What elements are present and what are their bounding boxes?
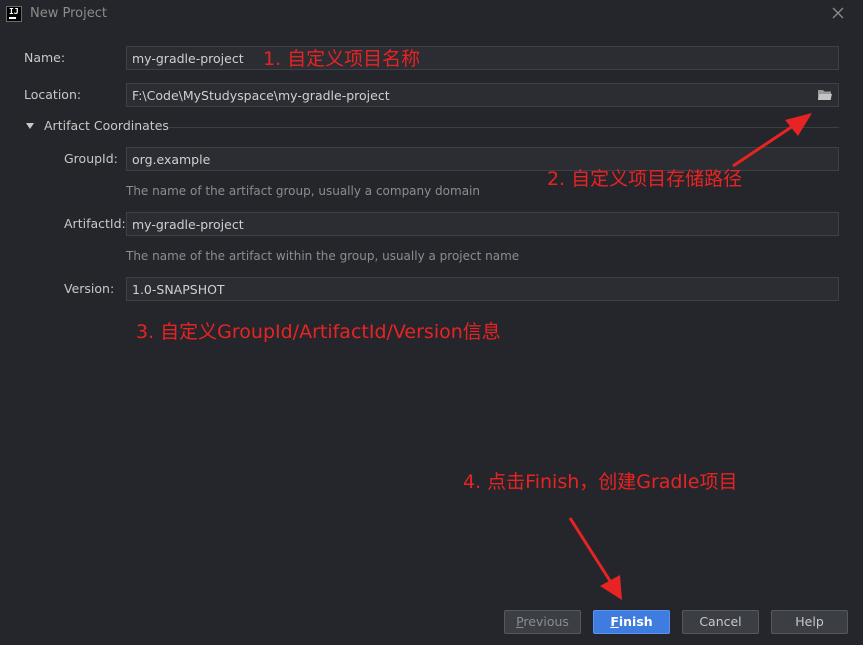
finish-button[interactable]: Finish	[593, 610, 670, 634]
arrow-to-folder	[732, 113, 812, 168]
finish-mnemonic: F	[610, 614, 619, 629]
finish-label: inish	[618, 614, 653, 629]
previous-label: revious	[523, 614, 569, 629]
help-button[interactable]: Help	[771, 610, 848, 634]
cancel-button[interactable]: Cancel	[682, 610, 759, 634]
annotation-arrows	[568, 113, 812, 600]
arrow-to-finish	[568, 517, 622, 600]
previous-button[interactable]: Previous	[504, 610, 581, 634]
